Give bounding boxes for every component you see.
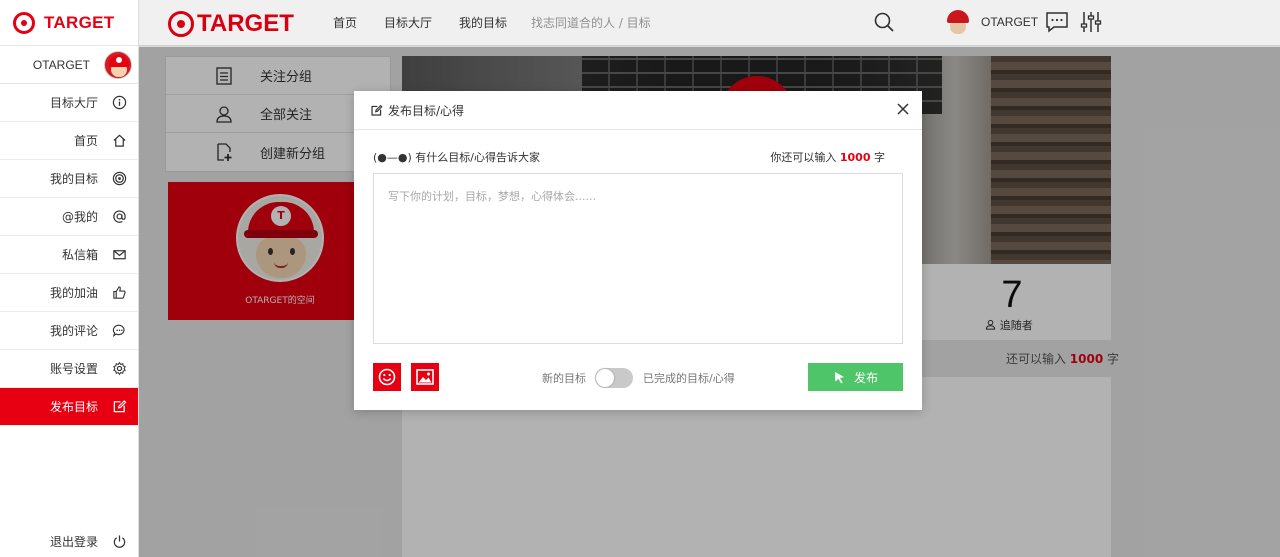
sidebar-item-label: 我的评论 (49, 324, 98, 338)
avatar[interactable] (104, 50, 132, 79)
nav-home[interactable]: 首页 (333, 14, 357, 31)
sidebar-item-goal-hall[interactable]: 目标大厅 (0, 84, 138, 122)
main-nav: 首页 目标大厅 我的目标 (333, 14, 534, 31)
sidebar-item-my-goals[interactable]: 我的目标 (0, 160, 138, 198)
sidebar-item-label: 账号设置 (49, 362, 98, 376)
sidebar-item-cheers[interactable]: 我的加油 (0, 274, 138, 312)
publish-goal-dialog: 发布目标/心得 (●—●) 有什么目标/心得告诉大家 你还可以输入 1000 字… (354, 91, 922, 410)
mail-icon (111, 247, 127, 263)
emoji-button[interactable] (373, 363, 401, 391)
sidebar-item-inbox[interactable]: 私信箱 (0, 236, 138, 274)
comment-icon (111, 323, 127, 339)
sidebar-item-label: 我的加油 (49, 286, 98, 300)
gear-icon (111, 361, 127, 377)
search-input[interactable] (531, 12, 831, 34)
sliders-icon[interactable] (1080, 10, 1102, 34)
remaining-count: 你还可以输入 1000 字 (770, 151, 885, 164)
logout-label: 退出登录 (49, 534, 98, 549)
dialog-title: 发布目标/心得 (388, 103, 465, 118)
top-header: TARGET 首页 目标大厅 我的目标 OTARGET (139, 0, 1280, 46)
power-icon (111, 533, 127, 549)
left-sidebar: TARGET OTARGET 目标大厅 首页 我的目标 @我的 私信箱 我的加油… (0, 0, 139, 557)
target-logo-icon (168, 11, 194, 37)
toggle-left-label: 新的目标 (542, 372, 586, 385)
image-button[interactable] (411, 363, 439, 391)
sidebar-item-mentions[interactable]: @我的 (0, 198, 138, 236)
dialog-header: 发布目标/心得 (354, 91, 922, 130)
thumbs-up-icon (111, 285, 127, 301)
sidebar-item-label: 目标大厅 (49, 96, 98, 110)
target-icon (111, 171, 127, 187)
edit-icon (111, 399, 127, 415)
nav-goal-hall[interactable]: 目标大厅 (384, 14, 432, 31)
publish-label: 发布 (853, 370, 878, 385)
dialog-prompt-row: (●—●) 有什么目标/心得告诉大家 你还可以输入 1000 字 (373, 149, 885, 165)
sidebar-user-name: OTARGET (32, 57, 90, 72)
sidebar-item-comments[interactable]: 我的评论 (0, 312, 138, 350)
nav-my-goals[interactable]: 我的目标 (459, 14, 507, 31)
sidebar-item-label: 我的目标 (49, 172, 98, 186)
header-logo[interactable]: TARGET (168, 10, 294, 38)
sidebar-brand[interactable]: TARGET (0, 0, 138, 46)
logout-button[interactable]: 退出登录 (0, 525, 138, 557)
close-icon[interactable] (896, 102, 910, 116)
sidebar-item-label: 私信箱 (61, 248, 98, 262)
message-icon[interactable] (1045, 11, 1069, 33)
toggle-right-label: 已完成的目标/心得 (643, 372, 735, 385)
avatar[interactable] (945, 9, 971, 35)
image-icon (416, 369, 434, 385)
search-icon[interactable] (873, 11, 895, 33)
dialog-prompt: (●—●) 有什么目标/心得告诉大家 (373, 151, 540, 164)
edit-icon (370, 104, 383, 117)
sidebar-item-home[interactable]: 首页 (0, 122, 138, 160)
info-circle-icon (111, 95, 127, 111)
smiley-icon (378, 368, 396, 386)
sidebar-item-label: @我的 (61, 210, 98, 224)
header-user-name[interactable]: OTARGET (981, 15, 1038, 29)
publish-button[interactable]: 发布 (808, 363, 903, 391)
at-icon (111, 209, 127, 225)
cursor-icon (834, 371, 845, 383)
sidebar-item-label: 发布目标 (49, 400, 98, 414)
home-icon (111, 133, 127, 149)
sidebar-item-label: 首页 (73, 134, 98, 148)
header-logo-text: TARGET (197, 10, 294, 37)
goal-type-toggle[interactable] (595, 368, 633, 388)
sidebar-item-publish-goal[interactable]: 发布目标 (0, 388, 138, 426)
goal-type-toggle-row: 新的目标 已完成的目标/心得 (542, 368, 735, 388)
sidebar-user[interactable]: OTARGET (0, 46, 138, 84)
target-logo-icon (13, 11, 35, 34)
brand-name: TARGET (44, 12, 115, 32)
goal-textarea[interactable] (373, 173, 903, 344)
sidebar-item-account-settings[interactable]: 账号设置 (0, 350, 138, 388)
